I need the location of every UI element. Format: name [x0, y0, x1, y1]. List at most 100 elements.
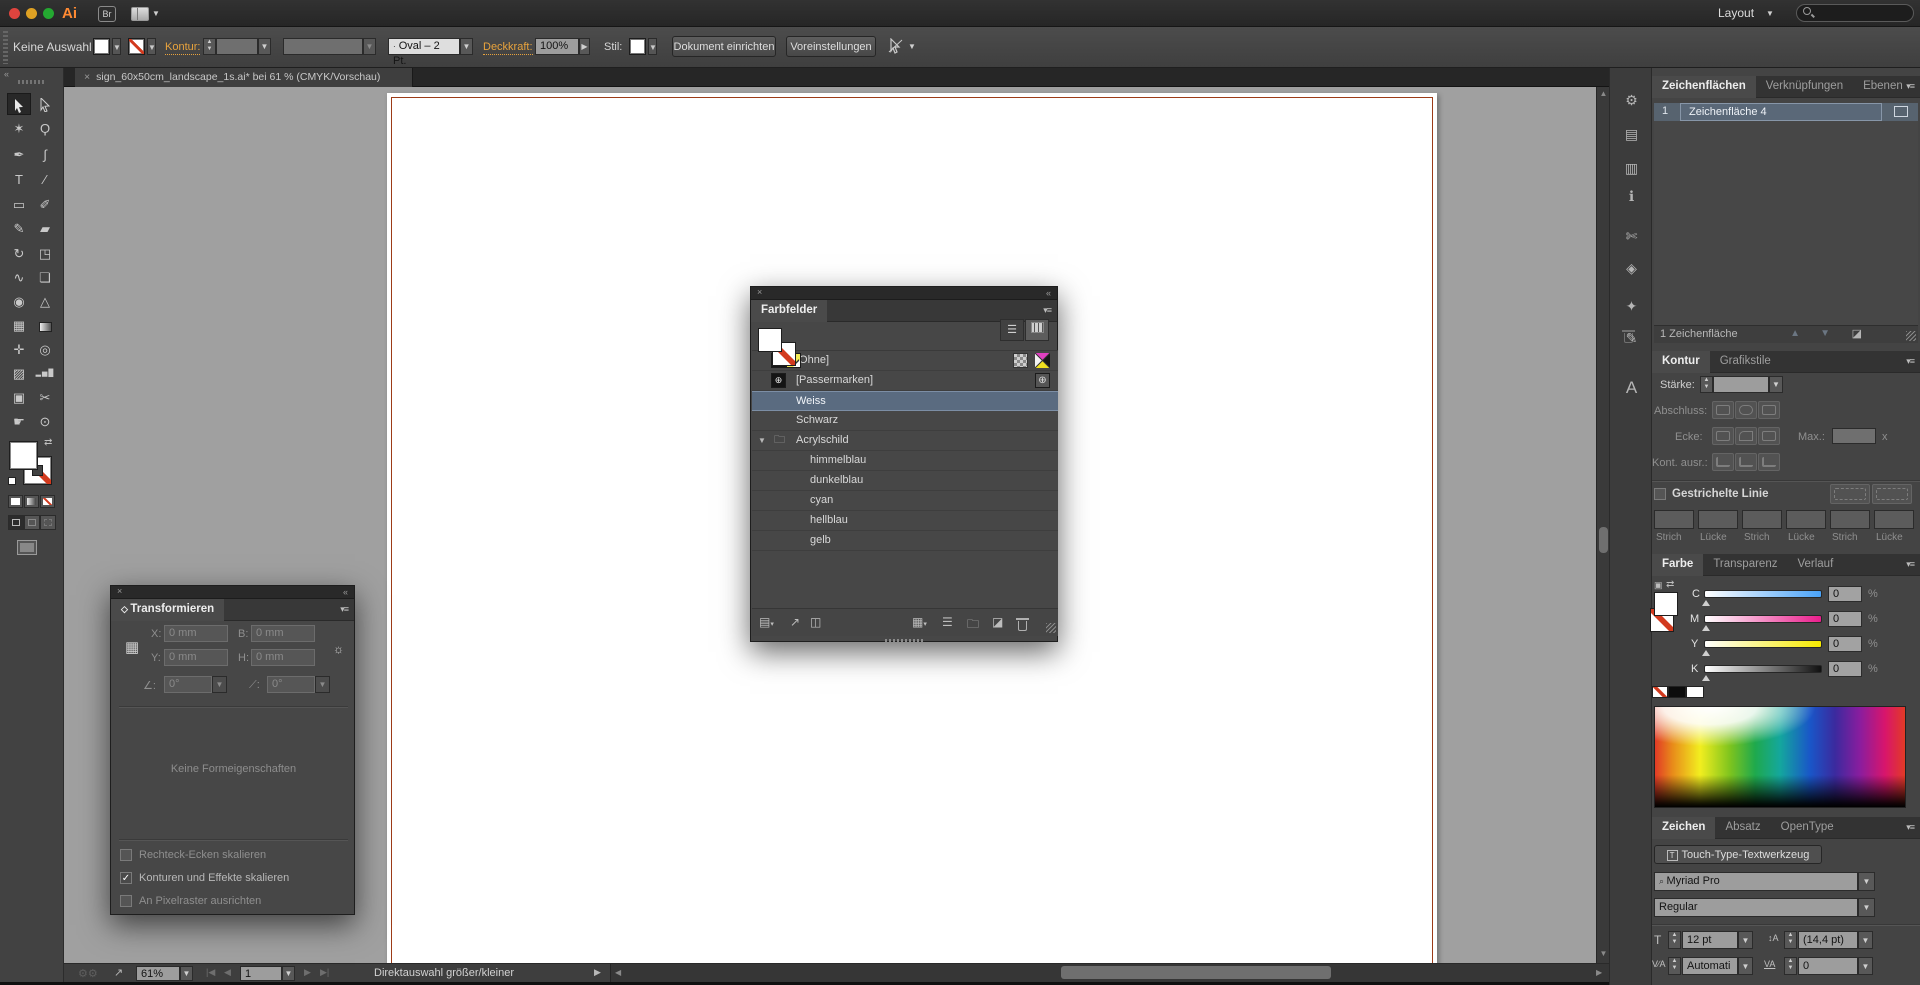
horizontal-scrollbar-thumb[interactable] [1061, 966, 1331, 979]
default-fill-stroke-icon[interactable] [8, 477, 16, 485]
dock-graphic-styles-icon[interactable]: ✦ [1610, 298, 1653, 315]
rotate-angle-field[interactable]: 0° [164, 676, 212, 693]
select-similar-caret-icon[interactable]: ▼ [908, 42, 916, 51]
zoom-window-button[interactable] [43, 8, 54, 19]
font-family-field[interactable]: ⌕ Myriad Pro [1654, 872, 1858, 891]
tab-opentype[interactable]: OpenType [1771, 817, 1844, 839]
h-field[interactable]: 0 mm [251, 649, 315, 666]
stroke-weight-caret2-icon[interactable]: ▼ [1769, 376, 1783, 393]
miter-field[interactable] [1832, 428, 1876, 444]
swatch-row-schwarz[interactable]: Schwarz [752, 411, 1058, 431]
opacity-panel-link[interactable]: Deckkraft: [483, 41, 533, 55]
rotate-tool[interactable]: ↻ [7, 243, 31, 265]
tab-transparenz[interactable]: Transparenz [1703, 554, 1787, 576]
layout-caret-icon[interactable]: ▼ [1766, 9, 1774, 18]
tab-verknuepfungen[interactable]: Verknüpfungen [1756, 76, 1853, 98]
line-tool[interactable]: ∕ [33, 169, 57, 191]
tracking-field[interactable]: 0 [1798, 957, 1858, 975]
type-tool[interactable]: T [7, 169, 31, 191]
touch-type-button[interactable]: TTouch-Type-Textwerkzeug [1654, 845, 1822, 864]
column-graph-tool[interactable]: ▂▅█ [33, 363, 57, 385]
eyedropper-tool[interactable]: ✛ [7, 339, 31, 361]
dash-field-1[interactable] [1654, 510, 1694, 529]
swatches-resize-grip[interactable] [1046, 623, 1056, 633]
slice-tool[interactable]: ✂ [33, 387, 57, 409]
white-quick-swatch[interactable] [1686, 686, 1704, 698]
opacity-caret-icon[interactable]: ▶ [579, 38, 590, 55]
magenta-value-field[interactable]: 0 [1828, 611, 1862, 627]
new-artboard-icon[interactable]: ◪ [1852, 327, 1862, 340]
gap-field-2[interactable] [1786, 510, 1826, 529]
swatches-drag-handle[interactable] [885, 639, 925, 642]
align-outside-button[interactable] [1758, 453, 1780, 471]
dock-color-guide-icon[interactable]: ⚙ [1610, 92, 1653, 109]
artboards-panel-menu-icon[interactable]: ▾≡ [1906, 81, 1914, 92]
dash-field-2[interactable] [1742, 510, 1782, 529]
dash-field-3[interactable] [1830, 510, 1870, 529]
yellow-slider[interactable] [1704, 640, 1822, 648]
symbol-sprayer-tool[interactable]: ▨ [7, 363, 31, 385]
leading-field[interactable]: (14,4 pt) [1798, 931, 1858, 949]
dash-align-button[interactable] [1872, 484, 1912, 504]
blend-tool[interactable]: ◎ [33, 339, 57, 361]
join-bevel-button[interactable] [1758, 427, 1780, 445]
free-transform-tool[interactable]: ❏ [33, 267, 57, 289]
align-center-button[interactable] [1712, 453, 1734, 471]
artboards-resize-grip[interactable] [1906, 331, 1916, 341]
scroll-left-icon[interactable]: ◀ [615, 968, 621, 977]
scale-tool[interactable]: ◳ [33, 243, 57, 265]
kerning-caret-icon[interactable]: ▼ [1738, 957, 1753, 975]
new-swatch-icon[interactable]: ◪ [992, 615, 1003, 629]
constrain-proportions-icon[interactable]: ☼ [333, 642, 344, 656]
swatch-row-gelb[interactable]: gelb [752, 531, 1058, 551]
screen-mode-icon[interactable] [17, 540, 37, 555]
vertical-scrollbar-thumb[interactable] [1599, 527, 1608, 553]
swap-colors-mini-icon[interactable]: ⇄ [1666, 579, 1674, 590]
fill-color-swatch[interactable] [93, 38, 110, 55]
delete-swatch-icon[interactable] [1018, 621, 1027, 631]
swatch-kinds-menu-icon[interactable]: ▦▾ [912, 615, 927, 629]
minimize-window-button[interactable] [26, 8, 37, 19]
grid-view-button[interactable] [1025, 319, 1049, 341]
control-bar-grip[interactable] [3, 31, 8, 64]
document-setup-button[interactable]: Dokument einrichten [672, 36, 776, 57]
zoom-tool[interactable]: ⊙ [33, 411, 57, 433]
delete-artboard-icon[interactable] [1624, 333, 1633, 343]
style-caret-icon[interactable]: ▼ [648, 38, 657, 55]
search-input[interactable] [1796, 4, 1914, 22]
width-profile-caret-icon[interactable]: ▼ [363, 38, 376, 55]
tab-kontur[interactable]: Kontur [1652, 351, 1710, 373]
w-field[interactable]: 0 mm [251, 625, 315, 642]
gradient-tool[interactable] [33, 315, 57, 337]
transform-panel-menu-icon[interactable]: ▾≡ [340, 604, 348, 615]
stroke-weight-field[interactable] [216, 38, 258, 55]
fill-color-caret-icon[interactable]: ▼ [112, 38, 121, 55]
stroke-weight-field2[interactable] [1713, 376, 1769, 393]
horizontal-scrollbar[interactable]: ◀ ▶ [610, 964, 1609, 982]
new-color-group-icon[interactable]: 🗀 [967, 615, 979, 636]
black-slider[interactable] [1704, 665, 1822, 673]
cyan-slider[interactable] [1704, 590, 1822, 598]
zoom-level-caret-icon[interactable]: ▼ [180, 966, 193, 981]
paintbrush-tool[interactable]: ✐ [33, 194, 57, 216]
group-expand-icon[interactable]: ▼ [758, 431, 766, 450]
swatch-row-weiss[interactable]: Weiss [752, 391, 1058, 411]
gradient-mode-button[interactable] [24, 495, 39, 508]
cyan-slider-handle[interactable] [1702, 600, 1710, 606]
rectangle-tool[interactable]: ▭ [7, 194, 31, 216]
preferences-button[interactable]: Voreinstellungen [786, 36, 876, 57]
font-size-caret-icon[interactable]: ▼ [1738, 931, 1753, 949]
stroke-weight-stepper2[interactable]: ▲▼ [1700, 376, 1713, 393]
dock-symbols-icon[interactable]: ◈ [1610, 260, 1653, 277]
color-panel-menu-icon[interactable]: ▾≡ [1906, 559, 1914, 570]
kerning-stepper[interactable]: ▲▼ [1668, 957, 1681, 975]
artboard-row-name[interactable]: Zeichenfläche 4 [1680, 103, 1882, 121]
eraser-tool[interactable]: ▰ [33, 218, 57, 240]
tracking-caret-icon[interactable]: ▼ [1858, 957, 1873, 975]
scroll-right-icon[interactable]: ▶ [1596, 968, 1602, 977]
cap-butt-button[interactable] [1712, 401, 1734, 419]
stroke-color-caret-icon[interactable]: ▼ [147, 38, 156, 55]
style-swatch[interactable] [629, 38, 646, 55]
none-mode-button[interactable] [40, 495, 55, 508]
scale-corners-checkbox[interactable] [120, 849, 132, 861]
